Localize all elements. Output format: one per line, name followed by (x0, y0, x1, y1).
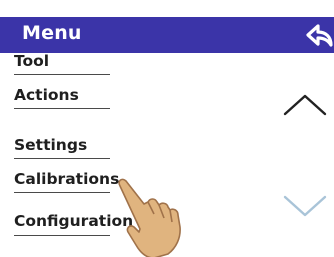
menu-item-calibrations[interactable]: Calibrations (14, 165, 119, 193)
menu-divider (14, 73, 110, 75)
menu-item-settings[interactable]: Settings (14, 131, 110, 159)
back-arrow-icon[interactable] (304, 23, 334, 49)
menu-item-configuration[interactable]: Configuration (14, 208, 133, 236)
chevron-up-icon[interactable] (282, 92, 328, 118)
menu-header: Menu (0, 17, 334, 53)
menu-screen: Tool Actions Settings Calibrations Confi… (0, 0, 334, 257)
chevron-down-icon[interactable] (282, 193, 328, 219)
menu-item-label: Actions (14, 86, 79, 104)
menu-item-label: Settings (14, 136, 88, 154)
hand-pointer-icon (118, 178, 181, 257)
menu-divider (14, 157, 110, 159)
menu-divider (14, 107, 110, 109)
menu-divider (14, 191, 110, 193)
menu-item-label: Tool (14, 52, 50, 70)
page-title: Menu (22, 22, 82, 44)
menu-item-actions[interactable]: Actions (14, 81, 110, 109)
menu-divider (14, 234, 110, 236)
